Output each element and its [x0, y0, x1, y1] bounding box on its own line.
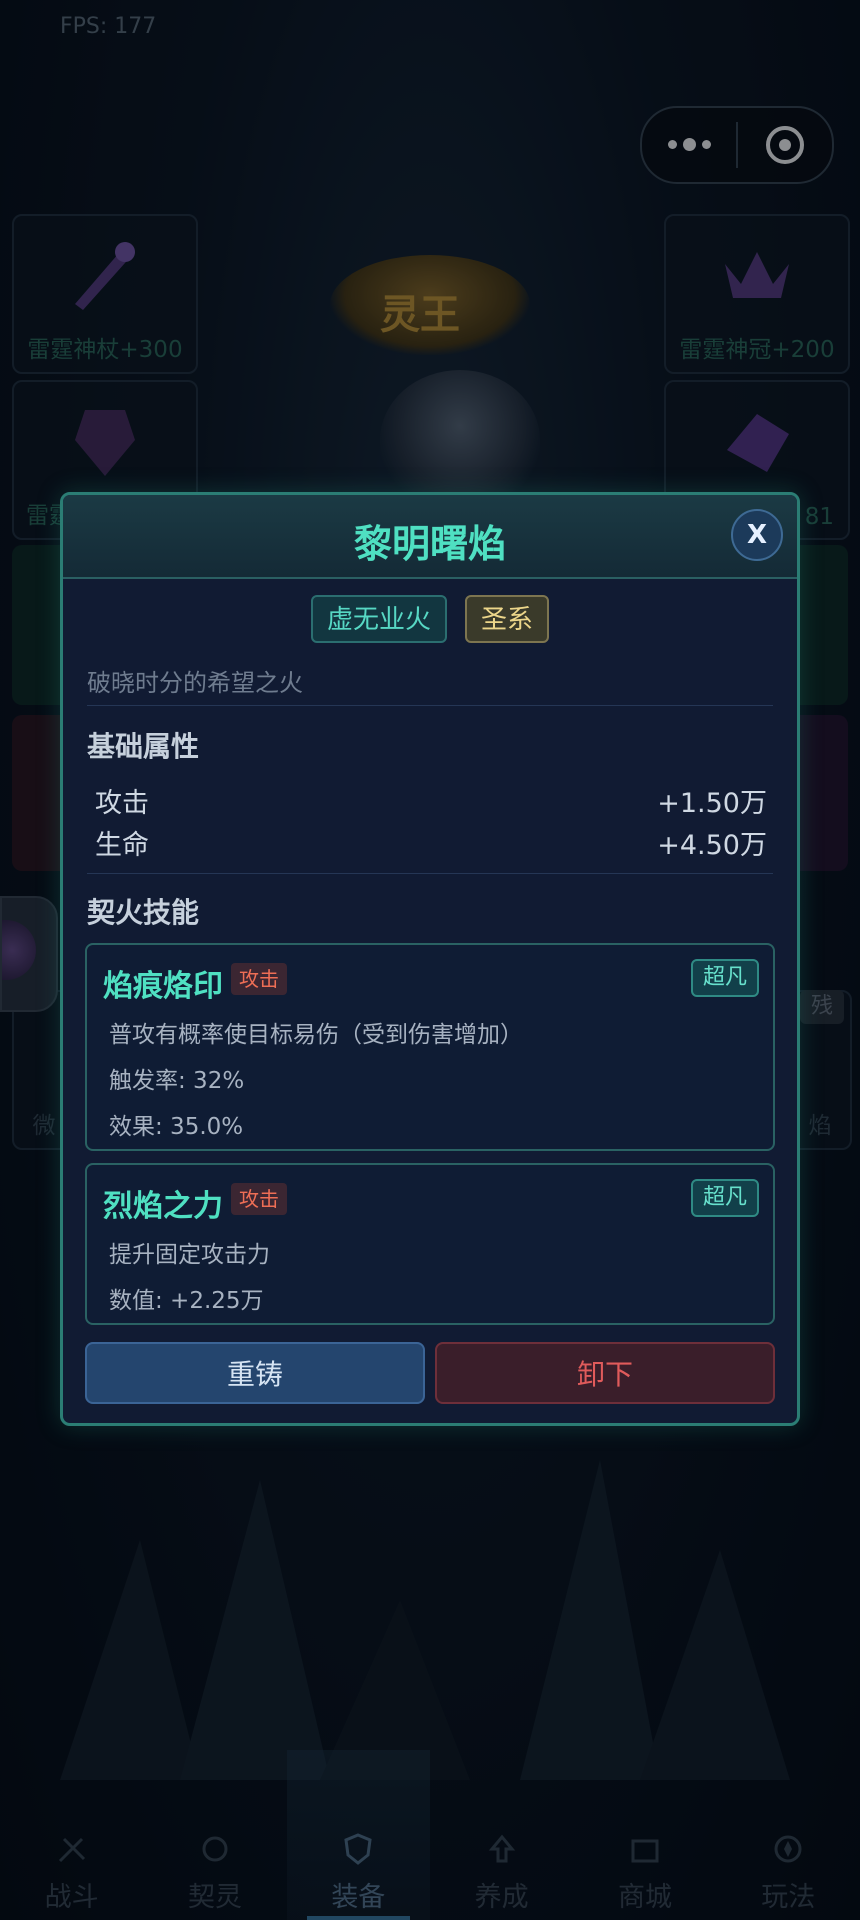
stat-name: 攻击: [95, 788, 149, 819]
fire-detail-modal: 黎明曙焰 X 虚无业火 圣系 破晓时分的希望之火 基础属性 攻击 +1.50万 …: [60, 492, 800, 1426]
flavor-text: 破晓时分的希望之火: [87, 669, 303, 697]
modal-header: 黎明曙焰 X: [63, 495, 797, 579]
skill-detail: 触发率: 32%: [109, 1068, 245, 1094]
divider: [87, 705, 773, 706]
unequip-button[interactable]: 卸下: [435, 1342, 775, 1404]
modal-title: 黎明曙焰: [353, 522, 506, 566]
skill-card: 烈焰之力 攻击 超凡 提升固定攻击力 数值: +2.25万: [85, 1163, 775, 1325]
element-tag: 虚无业火: [310, 595, 447, 643]
skill-name: 烈焰之力: [103, 1189, 223, 1224]
school-tag: 圣系: [465, 595, 550, 643]
divider: [87, 873, 773, 874]
skill-type-badge: 攻击: [231, 963, 287, 995]
close-button[interactable]: X: [731, 509, 783, 561]
skill-card: 焰痕烙印 攻击 超凡 普攻有概率使目标易伤（受到伤害增加） 触发率: 32% 效…: [85, 943, 775, 1151]
reforge-button[interactable]: 重铸: [85, 1342, 425, 1404]
skill-rarity-badge: 超凡: [690, 959, 759, 997]
skill-type-badge: 攻击: [231, 1183, 287, 1215]
skill-rarity-badge: 超凡: [690, 1179, 759, 1217]
skill-detail: 效果: 35.0%: [109, 1114, 244, 1140]
skill-detail: 数值: +2.25万: [109, 1288, 264, 1314]
stat-name: 生命: [95, 830, 149, 861]
skill-name: 焰痕烙印: [103, 969, 223, 1004]
stat-value: +4.50万: [657, 830, 767, 861]
tag-row: 虚无业火 圣系: [63, 595, 797, 643]
skill-section-title: 契火技能: [87, 896, 200, 929]
skill-description: 提升固定攻击力: [109, 1242, 270, 1268]
skill-description: 普攻有概率使目标易伤（受到伤害增加）: [109, 1022, 523, 1048]
base-stats-title: 基础属性: [87, 730, 200, 763]
stat-value: +1.50万: [657, 788, 767, 819]
stat-row-attack: 攻击 +1.50万: [95, 781, 767, 819]
stat-row-hp: 生命 +4.50万: [95, 823, 767, 861]
